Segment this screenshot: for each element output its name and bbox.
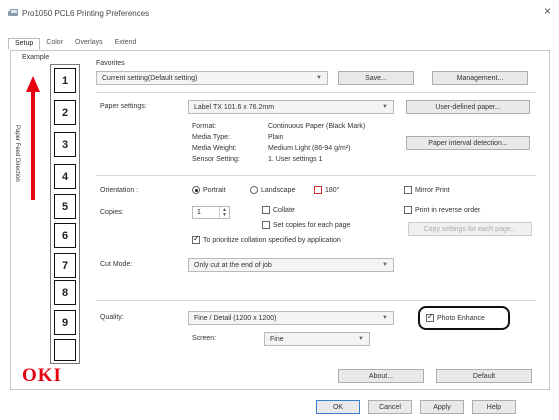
preview-label-2: 2 bbox=[54, 100, 76, 125]
prioritize-collation-option[interactable]: To prioritize collation specified by app… bbox=[192, 234, 341, 244]
media-type-key: Media Type: bbox=[192, 134, 231, 141]
rotate-180-option[interactable]: 180° bbox=[314, 186, 339, 194]
label-strip-preview: 1 2 3 4 5 6 7 8 9 bbox=[50, 64, 80, 364]
set-copies-label: Set copies for each page bbox=[273, 221, 351, 229]
paper-settings-combo[interactable]: Label TX 101.6 x 76.2mm ▼ bbox=[188, 100, 394, 114]
favorites-label: Favorites bbox=[96, 60, 125, 67]
window-title: Pro1050 PCL6 Printing Preferences bbox=[22, 8, 150, 18]
print-reverse-option[interactable]: Print in reverse order bbox=[404, 206, 480, 214]
divider bbox=[96, 92, 536, 93]
quality-label: Quality: bbox=[100, 314, 124, 321]
photo-enhance-highlight bbox=[418, 306, 510, 330]
copies-stepper[interactable]: 1 ▲ ▼ bbox=[192, 206, 230, 219]
media-weight-value: Medium Light (86-94 g/m²) bbox=[268, 145, 351, 152]
preview-label-partial bbox=[54, 339, 76, 361]
favorites-combo[interactable]: Current setting(Default setting) ▼ bbox=[96, 71, 328, 85]
sensor-setting-value: 1. User settings 1 bbox=[268, 156, 323, 163]
cut-mode-value: Only cut at the end of job bbox=[194, 261, 272, 269]
cancel-button[interactable]: Cancel bbox=[368, 400, 412, 414]
print-reverse-checkbox[interactable] bbox=[404, 206, 412, 214]
divider bbox=[96, 175, 536, 176]
user-defined-paper-button[interactable]: User-defined paper... bbox=[406, 100, 530, 114]
tab-bar: Setup Color Overlays Extend bbox=[8, 38, 142, 50]
feed-direction-label: Paper Feed Direction bbox=[14, 125, 20, 182]
format-value: Continuous Paper (Black Mark) bbox=[268, 123, 366, 130]
preview-label-3: 3 bbox=[54, 132, 76, 157]
quality-combo[interactable]: Fine / Detail (1200 x 1200) ▼ bbox=[188, 311, 394, 325]
chevron-down-icon: ▼ bbox=[358, 336, 364, 342]
orientation-label: Orientation : bbox=[100, 187, 139, 194]
preview-label-5: 5 bbox=[54, 194, 76, 219]
ok-button[interactable]: OK bbox=[316, 400, 360, 414]
tab-overlays[interactable]: Overlays bbox=[69, 38, 109, 50]
sensor-setting-key: Sensor Setting: bbox=[192, 156, 240, 163]
mirror-print-label: Mirror Print bbox=[415, 186, 450, 194]
set-copies-checkbox[interactable] bbox=[262, 221, 270, 229]
example-label: Example bbox=[22, 54, 50, 61]
print-reverse-label: Print in reverse order bbox=[415, 206, 481, 214]
preview-label-9: 9 bbox=[54, 310, 76, 335]
landscape-radio[interactable] bbox=[250, 186, 258, 194]
collate-checkbox[interactable] bbox=[262, 206, 270, 214]
portrait-option[interactable]: Portrait bbox=[192, 186, 226, 194]
stepper-arrows-icon[interactable]: ▲ ▼ bbox=[219, 207, 229, 218]
management-button[interactable]: Management... bbox=[432, 71, 528, 85]
preview-label-8: 8 bbox=[54, 280, 76, 305]
preview-label-4: 4 bbox=[54, 164, 76, 189]
chevron-down-icon: ▼ bbox=[382, 262, 388, 268]
tab-setup[interactable]: Setup bbox=[8, 38, 41, 50]
cut-mode-label: Cut Mode: bbox=[100, 261, 133, 268]
copies-label: Copies: bbox=[100, 209, 124, 216]
chevron-down-icon: ▼ bbox=[382, 104, 388, 110]
landscape-label: Landscape bbox=[261, 186, 296, 194]
help-button[interactable]: Help bbox=[472, 400, 516, 414]
mirror-print-checkbox[interactable] bbox=[404, 186, 412, 194]
set-copies-option[interactable]: Set copies for each page bbox=[262, 221, 350, 229]
screen-value: Fine bbox=[270, 335, 284, 343]
quality-value: Fine / Detail (1200 x 1200) bbox=[194, 314, 277, 322]
portrait-radio[interactable] bbox=[192, 186, 200, 194]
preview-label-7: 7 bbox=[54, 253, 76, 278]
favorites-value: Current setting(Default setting) bbox=[102, 74, 198, 82]
tab-color[interactable]: Color bbox=[40, 38, 69, 50]
preview-label-1: 1 bbox=[54, 68, 76, 93]
copy-settings-button[interactable]: Copy settings for each page... bbox=[408, 222, 532, 236]
mirror-print-option[interactable]: Mirror Print bbox=[404, 186, 450, 194]
tab-extend[interactable]: Extend bbox=[109, 38, 143, 50]
screen-label: Screen: bbox=[192, 335, 217, 342]
paper-settings-label: Paper settings: bbox=[100, 103, 147, 110]
title-bar: Pro1050 PCL6 Printing Preferences bbox=[8, 6, 149, 20]
prioritize-collation-label: To prioritize collation specified by app… bbox=[203, 236, 341, 244]
screen-combo[interactable]: Fine ▼ bbox=[264, 332, 370, 346]
preview-label-6: 6 bbox=[54, 223, 76, 248]
rotate-180-label: 180° bbox=[325, 186, 340, 194]
paper-interval-detection-button[interactable]: Paper interval detection... bbox=[406, 136, 530, 150]
chevron-down-icon: ▼ bbox=[382, 315, 388, 321]
oki-logo: OKI bbox=[22, 365, 62, 386]
format-key: Format: bbox=[192, 123, 217, 130]
copies-value: 1 bbox=[197, 209, 201, 216]
media-type-value: Plain bbox=[268, 134, 284, 141]
chevron-down-icon: ▼ bbox=[316, 75, 322, 81]
rotate-180-checkbox[interactable] bbox=[314, 186, 322, 194]
divider bbox=[96, 300, 536, 301]
paper-settings-value: Label TX 101.6 x 76.2mm bbox=[194, 103, 275, 111]
printer-icon bbox=[8, 9, 18, 17]
about-button[interactable]: About... bbox=[338, 369, 424, 383]
default-button[interactable]: Default bbox=[436, 369, 532, 383]
portrait-label: Portrait bbox=[203, 186, 226, 194]
landscape-option[interactable]: Landscape bbox=[250, 186, 295, 194]
save-favorite-button[interactable]: Save... bbox=[338, 71, 414, 85]
collate-option[interactable]: Collate bbox=[262, 206, 295, 214]
feed-arrow-line bbox=[31, 90, 35, 200]
collate-label: Collate bbox=[273, 206, 295, 214]
close-icon[interactable]: × bbox=[544, 4, 551, 18]
cut-mode-combo[interactable]: Only cut at the end of job ▼ bbox=[188, 258, 394, 272]
prioritize-collation-checkbox[interactable] bbox=[192, 234, 200, 244]
media-weight-key: Media Weight: bbox=[192, 145, 237, 152]
apply-button[interactable]: Apply bbox=[420, 400, 464, 414]
